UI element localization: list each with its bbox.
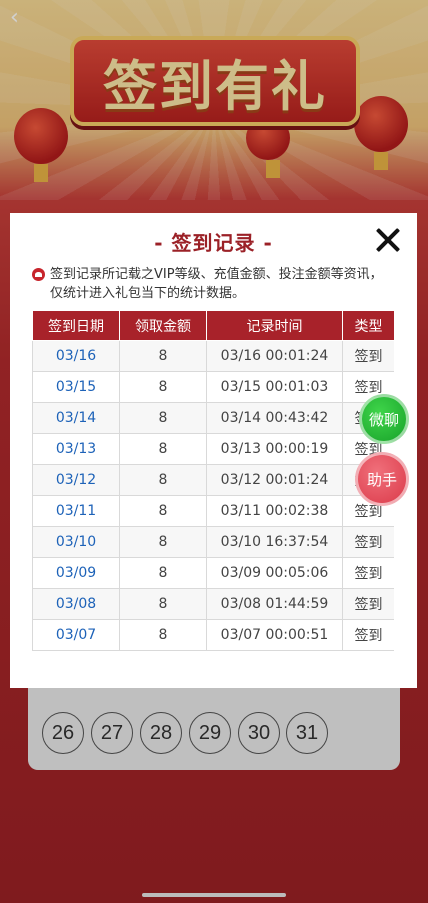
cell-date: 03/16 xyxy=(32,340,120,372)
table-row: 03/15 8 03/15 00:01:03 签到 xyxy=(32,371,394,403)
column-header: 签到日期 xyxy=(32,310,120,341)
column-header: 领取金额 xyxy=(119,310,207,341)
assistant-button[interactable]: 助手 xyxy=(355,452,409,506)
table-row: 03/07 8 03/07 00:00:51 签到 xyxy=(32,619,394,651)
cell-date: 03/12 xyxy=(32,464,120,496)
cell-amount: 8 xyxy=(119,495,207,527)
cell-time: 03/09 00:05:06 xyxy=(206,557,343,589)
cell-time: 03/10 16:37:54 xyxy=(206,526,343,558)
cell-date: 03/08 xyxy=(32,588,120,620)
cell-time: 03/13 00:00:19 xyxy=(206,433,343,465)
cell-amount: 8 xyxy=(119,557,207,589)
record-table: 签到日期 领取金额 记录时间 类型 03/16 8 03/16 00:01:24 签到… xyxy=(32,310,394,651)
cell-time: 03/12 00:01:24 xyxy=(206,464,343,496)
table-row: 03/08 8 03/08 01:44:59 签到 xyxy=(32,588,394,620)
table-row: 03/12803/12 00:01:24签到 xyxy=(32,464,394,496)
notice: 签到记录所记载之VIP等级、充值金额、投注金额等资讯，仅统计进入礼包当下的统计数… xyxy=(32,265,394,303)
cell-type: 签到 xyxy=(342,588,394,620)
cell-amount: 8 xyxy=(119,340,207,372)
column-header: 记录时间 xyxy=(206,310,343,341)
cell-date: 03/14 xyxy=(32,402,120,434)
cell-type: 签到 xyxy=(342,619,394,651)
table-row: 03/16 8 03/16 00:01:24 签到 xyxy=(32,340,394,372)
cell-date: 03/10 xyxy=(32,526,120,558)
cell-date: 03/09 xyxy=(32,557,120,589)
cell-amount: 8 xyxy=(119,371,207,403)
heart-icon xyxy=(32,268,45,281)
cell-time: 03/07 00:00:51 xyxy=(206,619,343,651)
cell-amount: 8 xyxy=(119,526,207,558)
cell-amount: 8 xyxy=(119,402,207,434)
cell-date: 03/15 xyxy=(32,371,120,403)
cell-date: 03/11 xyxy=(32,495,120,527)
close-icon[interactable] xyxy=(375,227,401,253)
record-table-scroll[interactable]: 签到日期 领取金额 记录时间 类型 03/16 8 03/16 00:01:24 签到… xyxy=(32,310,394,657)
cell-amount: 8 xyxy=(119,588,207,620)
modal-title: - 签到记录 - xyxy=(154,231,273,255)
cell-amount: 8 xyxy=(119,619,207,651)
cell-time: 03/11 00:02:38 xyxy=(206,495,343,527)
cell-amount: 8 xyxy=(119,464,207,496)
column-header: 类型 xyxy=(342,310,394,341)
cell-time: 03/15 00:01:03 xyxy=(206,371,343,403)
notice-text: 签到记录所记载之VIP等级、充值金额、投注金额等资讯，仅统计进入礼包当下的统计数… xyxy=(50,267,383,301)
wechat-chat-button[interactable]: 微聊 xyxy=(359,394,409,444)
cell-type: 签到 xyxy=(342,526,394,558)
cell-time: 03/16 00:01:24 xyxy=(206,340,343,372)
table-row: 03/13 8 03/13 00:00:19 签到 xyxy=(32,433,394,465)
cell-date: 03/13 xyxy=(32,433,120,465)
cell-type: 签到 xyxy=(342,557,394,589)
table-row: 03/09 8 03/09 00:05:06 签到 xyxy=(32,557,394,589)
table-header-row: 签到日期 领取金额 记录时间 类型 xyxy=(32,310,394,341)
table-row: 03/10 8 03/10 16:37:54 签到 xyxy=(32,526,394,558)
table-row: 03/11 8 03/11 00:02:38 签到 xyxy=(32,495,394,527)
table-row: 03/14803/14 00:43:42签到 xyxy=(32,402,394,434)
cell-time: 03/14 00:43:42 xyxy=(206,402,343,434)
checkin-record-modal: - 签到记录 - 签到记录所记载之VIP等级、充值金额、投注金额等资讯，仅统计进… xyxy=(10,213,417,688)
cell-time: 03/08 01:44:59 xyxy=(206,588,343,620)
cell-date: 03/07 xyxy=(32,619,120,651)
cell-amount: 8 xyxy=(119,433,207,465)
cell-type: 签到 xyxy=(342,340,394,372)
